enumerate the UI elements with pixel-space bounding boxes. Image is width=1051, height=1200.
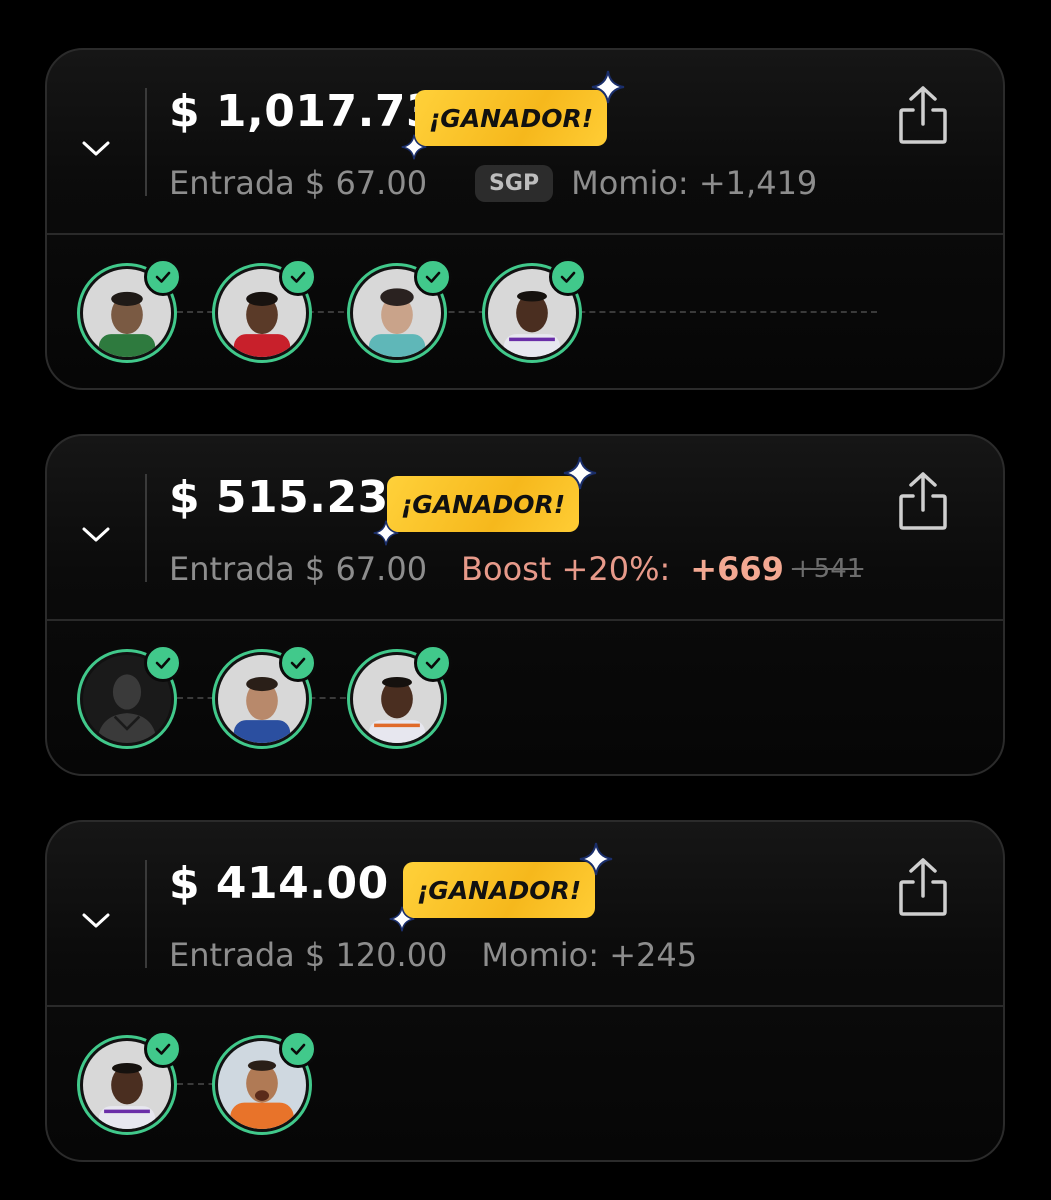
bet-card-2[interactable]: $ 515.23 ¡GANADOR! Entrada $ 67.00 Boost… (45, 434, 1005, 776)
sparkle-icon (579, 842, 613, 876)
check-icon (414, 258, 452, 296)
divider (145, 88, 147, 196)
winner-badge-label: ¡GANADOR! (416, 875, 582, 905)
check-icon (279, 644, 317, 682)
player-avatar[interactable] (212, 258, 317, 363)
check-icon (144, 1030, 182, 1068)
winner-badge: ¡GANADOR! (401, 70, 625, 160)
sparkle-icon (563, 456, 597, 490)
boost-label: Boost +20%: (461, 550, 671, 588)
divider (145, 860, 147, 968)
check-icon (144, 258, 182, 296)
chevron-down-icon[interactable] (81, 910, 111, 930)
chevron-down-icon[interactable] (81, 524, 111, 544)
player-avatar[interactable] (212, 1030, 317, 1135)
check-icon (279, 258, 317, 296)
payout-amount: $ 414.00 (169, 858, 389, 909)
payout-amount: $ 515.23 (169, 472, 389, 523)
player-avatar[interactable] (212, 644, 317, 749)
winner-badge-label: ¡GANADOR! (400, 489, 566, 519)
payout-amount: $ 1,017.73 (169, 86, 438, 137)
player-avatar[interactable] (347, 644, 452, 749)
share-icon[interactable] (895, 84, 951, 148)
player-avatar[interactable] (77, 1030, 182, 1135)
bet-details: Entrada $ 67.00 SGP Momio: +1,419 (169, 164, 817, 202)
player-avatar[interactable] (482, 258, 587, 363)
sparkle-icon (373, 520, 399, 546)
sparkle-icon (591, 70, 625, 104)
sparkle-icon (389, 906, 415, 932)
winner-badge: ¡GANADOR! (389, 842, 613, 932)
check-icon (549, 258, 587, 296)
check-icon (414, 644, 452, 682)
boosted-odds: +669 (690, 550, 784, 588)
divider (145, 474, 147, 582)
player-list (47, 1007, 1003, 1157)
entry-amount: Entrada $ 120.00 (169, 936, 448, 974)
odds: Momio: +1,419 (571, 164, 818, 202)
player-list (47, 621, 1003, 771)
share-icon[interactable] (895, 470, 951, 534)
player-avatar-placeholder[interactable] (77, 644, 182, 749)
player-list (47, 235, 1003, 385)
entry-amount: Entrada $ 67.00 (169, 550, 428, 588)
sgp-tag: SGP (475, 164, 554, 202)
check-icon (144, 644, 182, 682)
bet-card-3[interactable]: $ 414.00 ¡GANADOR! Entrada $ 120.00 Momi… (45, 820, 1005, 1162)
bet-details: Entrada $ 120.00 Momio: +245 (169, 936, 697, 974)
bet-card-1[interactable]: $ 1,017.73 ¡GANADOR! Entrada $ 67.00 SGP… (45, 48, 1005, 390)
bet-details: Entrada $ 67.00 Boost +20%: +669 +541 (169, 550, 863, 588)
odds: Momio: +245 (481, 936, 698, 974)
winner-badge: ¡GANADOR! (373, 456, 597, 546)
check-icon (279, 1030, 317, 1068)
entry-amount: Entrada $ 67.00 (169, 164, 428, 202)
winner-badge-label: ¡GANADOR! (428, 103, 594, 133)
share-icon[interactable] (895, 856, 951, 920)
chevron-down-icon[interactable] (81, 138, 111, 158)
player-avatar[interactable] (77, 258, 182, 363)
sparkle-icon (401, 134, 427, 160)
original-odds: +541 (791, 554, 864, 584)
player-avatar[interactable] (347, 258, 452, 363)
